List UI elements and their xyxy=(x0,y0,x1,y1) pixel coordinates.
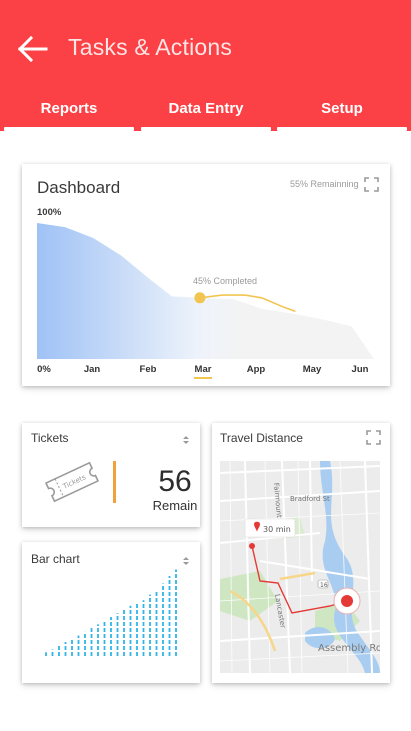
tickets-card: Tickets Tickets 56 Remain xyxy=(22,423,200,527)
axis-label-may: May xyxy=(302,364,322,375)
axis-label-mar[interactable]: Mar xyxy=(188,364,218,379)
area-series xyxy=(37,223,374,359)
tab-reports[interactable]: Reports xyxy=(4,99,134,131)
route-start[interactable] xyxy=(249,543,255,549)
axis-label-jan: Jan xyxy=(83,364,101,375)
tab-label: Reports xyxy=(40,100,98,117)
route-time: 30 min xyxy=(263,525,291,534)
tab-indicator xyxy=(277,127,407,131)
tab-setup[interactable]: Setup xyxy=(277,99,407,131)
map-label: Bradford St xyxy=(290,495,330,503)
dashboard-area-chart xyxy=(37,223,374,359)
ticket-accent-bar xyxy=(113,461,116,503)
back-button[interactable] xyxy=(16,34,50,64)
travel-card: Travel Distance Fairmount Bradford St La… xyxy=(212,423,390,683)
ticket-count: 56 xyxy=(158,465,192,498)
expand-button[interactable] xyxy=(366,430,381,445)
ticket-icon: Tickets xyxy=(44,461,100,503)
page-title: Tasks & Actions xyxy=(68,34,233,60)
ticket-count-label: Remain xyxy=(152,498,198,513)
app-header: Tasks & Actions Reports Data Entry Setup xyxy=(0,0,411,131)
tickets-title: Tickets xyxy=(31,431,69,445)
tab-label: Data Entry xyxy=(168,100,244,117)
axis-label-text: Mar xyxy=(194,364,212,375)
dashboard-card: Dashboard 55% Remainning 100% 45% Comple… xyxy=(22,164,390,386)
expand-icon xyxy=(366,430,381,445)
tab-indicator xyxy=(141,127,271,131)
route-destination[interactable] xyxy=(341,595,353,607)
axis-label-app: App xyxy=(246,364,266,375)
barchart-card: Bar chart xyxy=(22,542,200,683)
completed-marker[interactable] xyxy=(194,292,206,304)
axis-label-0: 0% xyxy=(37,364,51,375)
axis-label-feb: Feb xyxy=(139,364,157,375)
map-label: Assembly Ro xyxy=(318,643,380,654)
selected-indicator xyxy=(194,377,212,379)
tab-data-entry[interactable]: Data Entry xyxy=(141,99,271,131)
sort-caret-icon xyxy=(183,436,189,444)
sort-button[interactable] xyxy=(182,432,190,444)
svg-text:16: 16 xyxy=(320,582,328,589)
axis-label-jun: Jun xyxy=(351,364,369,375)
tab-label: Setup xyxy=(321,100,363,117)
completed-label: 45% Completed xyxy=(193,276,258,286)
tab-indicator xyxy=(4,127,134,131)
bar-chart xyxy=(45,569,177,656)
arrow-left-icon xyxy=(17,35,48,63)
map[interactable]: Fairmount Bradford St Lancaster 16 Assem… xyxy=(220,461,380,673)
travel-title: Travel Distance xyxy=(220,431,303,445)
